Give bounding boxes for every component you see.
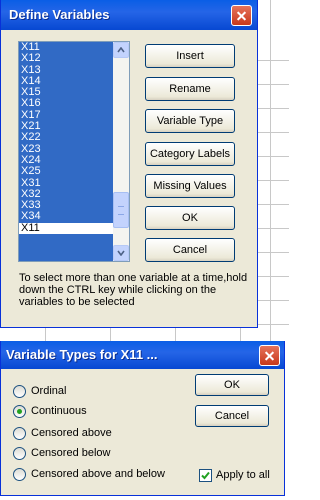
missing-values-button[interactable]: Missing Values xyxy=(145,174,235,198)
option-label: Censored below xyxy=(31,447,111,459)
apply-to-all-label: Apply to all xyxy=(216,469,270,481)
define-variables-title: Define Variables xyxy=(9,7,110,22)
rename-button[interactable]: Rename xyxy=(145,77,235,101)
close-icon[interactable] xyxy=(231,5,252,26)
scroll-up-icon[interactable] xyxy=(113,42,129,58)
define-variables-dialog: Define Variables X11 X12 X13 X14 X15 X16 X17 X2… xyxy=(0,0,258,328)
category-labels-button[interactable]: Category Labels xyxy=(145,142,235,166)
types-ok-button[interactable]: OK xyxy=(195,374,269,396)
variable-types-dialog: Variable Types for X11 ... Ordinal Conti… xyxy=(0,341,285,496)
variable-list-item[interactable]: X25 xyxy=(19,165,113,177)
insert-button[interactable]: Insert xyxy=(145,44,235,68)
scroll-down-icon[interactable] xyxy=(113,245,129,261)
variable-list[interactable]: X11 X12 X13 X14 X15 X16 X17 X21 X22 X23 X24 X25 X31 X… xyxy=(18,41,130,262)
variable-list-item[interactable]: X12 xyxy=(19,52,113,64)
cancel-button[interactable]: Cancel xyxy=(145,238,235,262)
radio-ordinal[interactable] xyxy=(13,385,26,398)
ok-button[interactable]: OK xyxy=(145,206,235,230)
option-label: Continuous xyxy=(31,405,87,417)
scrollbar-thumb[interactable] xyxy=(113,192,129,228)
vertical-scrollbar[interactable] xyxy=(113,42,129,261)
apply-to-all-checkbox[interactable] xyxy=(199,469,212,482)
variable-list-item[interactable]: X22 xyxy=(19,132,113,144)
radio-censored-above-and-below[interactable] xyxy=(13,468,26,481)
radio-continuous[interactable] xyxy=(13,405,26,418)
variable-type-button[interactable]: Variable Type xyxy=(145,109,235,133)
checkmark-icon xyxy=(201,471,210,480)
selection-hint: To select more than one variable at a ti… xyxy=(19,272,248,308)
types-cancel-button[interactable]: Cancel xyxy=(195,405,269,427)
variable-types-title: Variable Types for X11 ... xyxy=(6,347,158,362)
option-label: Ordinal xyxy=(31,385,67,397)
radio-censored-below[interactable] xyxy=(13,447,26,460)
radio-censored-above[interactable] xyxy=(13,427,26,440)
define-variables-title-bar: Define Variables xyxy=(1,0,257,30)
variable-types-title-bar: Variable Types for X11 ... xyxy=(1,341,284,369)
variable-list-item[interactable]: X11 xyxy=(19,222,113,235)
close-icon[interactable] xyxy=(259,345,280,366)
option-label: Censored above xyxy=(31,427,112,439)
variable-list-items[interactable]: X11 X12 X13 X14 X15 X16 X17 X21 X22 X23 X24 X25 X31 X… xyxy=(19,42,113,261)
option-label: Censored above and below xyxy=(31,468,165,480)
